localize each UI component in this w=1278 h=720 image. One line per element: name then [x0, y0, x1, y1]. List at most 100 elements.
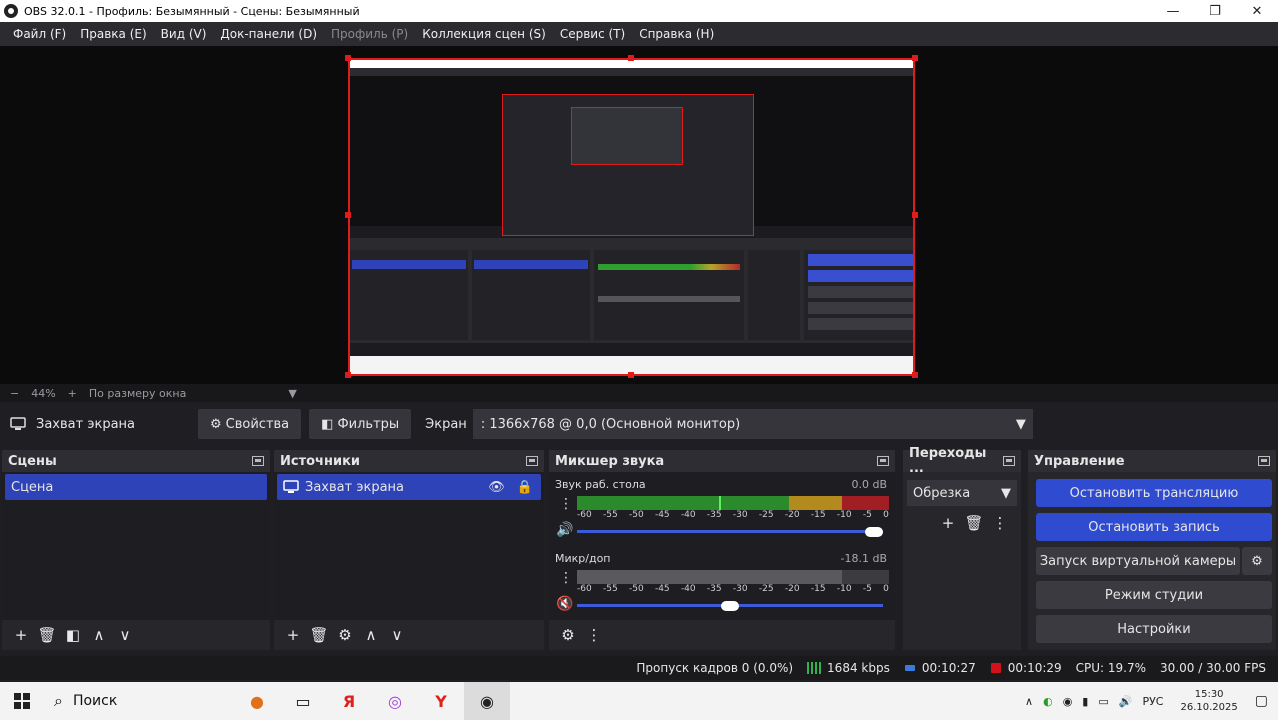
- resize-handle-l[interactable]: [345, 212, 351, 218]
- nested-meter-desktop: [598, 264, 740, 270]
- nested-meter-mic: [598, 296, 740, 302]
- meter-tick-label: -50: [628, 584, 644, 594]
- properties-button[interactable]: ⚙ Свойства: [198, 409, 302, 439]
- menu-profile[interactable]: Профиль (P): [324, 27, 415, 41]
- tray-chevron-icon[interactable]: ∧: [1025, 695, 1033, 708]
- add-icon[interactable]: +: [280, 624, 306, 646]
- windows-start-button[interactable]: [0, 682, 44, 720]
- volume-meter-mic: [577, 570, 889, 584]
- menu-edit[interactable]: Правка (E): [73, 27, 153, 41]
- undock-icon[interactable]: [526, 456, 538, 466]
- undock-icon[interactable]: [1003, 456, 1015, 466]
- meter-tick-label: -60: [577, 510, 592, 520]
- sources-dock: Источники Захват экрана 👁 🔒 + 🗑 ⚙ ∧ ∨: [274, 450, 544, 650]
- undock-icon[interactable]: [1258, 456, 1270, 466]
- network-icon[interactable]: ▭: [1098, 695, 1108, 708]
- filters-button[interactable]: ◧ Фильтры: [309, 409, 412, 439]
- screen-select[interactable]: : 1366x768 @ 0,0 (Основной монитор) ▼: [472, 409, 1033, 439]
- resize-handle-b[interactable]: [628, 372, 634, 378]
- add-icon[interactable]: +: [935, 512, 961, 534]
- stream-time: 00:10:27: [921, 661, 976, 675]
- menu-view[interactable]: Вид (V): [154, 27, 214, 41]
- volume-slider-knob[interactable]: [721, 601, 739, 611]
- resize-handle-br[interactable]: [912, 372, 918, 378]
- kebab-menu-icon[interactable]: ⋮: [559, 496, 573, 512]
- zoom-mode[interactable]: По размеру окна: [89, 387, 186, 400]
- obs-logo-icon: [4, 4, 18, 18]
- kebab-menu-icon[interactable]: ⋮: [559, 570, 573, 586]
- preview-area[interactable]: [0, 46, 1278, 384]
- volume-slider-desktop[interactable]: [577, 530, 883, 533]
- nested-control-4: [808, 302, 913, 314]
- menu-file[interactable]: Файл (F): [6, 27, 73, 41]
- undock-icon[interactable]: [252, 456, 264, 466]
- notifications-icon[interactable]: ▢: [1255, 693, 1268, 709]
- kebab-menu-icon[interactable]: ⋮: [581, 624, 607, 646]
- resize-handle-tl[interactable]: [345, 55, 351, 61]
- obs-taskbar-icon[interactable]: ◉: [464, 682, 510, 720]
- nested-preview-inner-2: [571, 107, 683, 165]
- nested-preview: [350, 76, 913, 236]
- maximize-button[interactable]: ❐: [1194, 0, 1236, 22]
- trash-icon[interactable]: 🗑: [34, 624, 60, 646]
- stop-record-button[interactable]: Остановить запись: [1036, 513, 1272, 541]
- chevron-down-icon[interactable]: ∨: [112, 624, 138, 646]
- studio-mode-button[interactable]: Режим студии: [1036, 581, 1272, 609]
- close-button[interactable]: ✕: [1236, 0, 1278, 22]
- gear-icon[interactable]: ⚙: [1242, 547, 1272, 575]
- volume-slider-knob[interactable]: [865, 527, 883, 537]
- settings-button[interactable]: Настройки: [1036, 615, 1272, 643]
- menu-help[interactable]: Справка (H): [632, 27, 721, 41]
- transition-select[interactable]: Обрезка ▼: [907, 480, 1017, 506]
- menu-scene-collection[interactable]: Коллекция сцен (S): [415, 27, 553, 41]
- chevron-down-icon[interactable]: ∨: [384, 624, 410, 646]
- usb-icon[interactable]: ▮: [1082, 695, 1088, 708]
- speaker-icon[interactable]: 🔊: [556, 522, 573, 538]
- advanced-audio-icon[interactable]: ⚙: [555, 624, 581, 646]
- task-view-icon[interactable]: ▭: [280, 682, 326, 720]
- nested-mixer-panel: [594, 250, 744, 340]
- controls-dock-header: Управление: [1028, 450, 1276, 472]
- trash-icon[interactable]: 🗑: [306, 624, 332, 646]
- chevron-up-icon[interactable]: ∧: [86, 624, 112, 646]
- menu-docks[interactable]: Док-панели (D): [213, 27, 324, 41]
- kebab-menu-icon[interactable]: ⋮: [987, 512, 1013, 534]
- resize-handle-bl[interactable]: [345, 372, 351, 378]
- tray-obs-icon[interactable]: ◉: [1063, 695, 1073, 708]
- eye-icon[interactable]: 👁: [488, 480, 505, 495]
- color-app-icon[interactable]: ◎: [372, 682, 418, 720]
- undock-icon[interactable]: [877, 456, 889, 466]
- virtual-camera-button[interactable]: Запуск виртуальной камеры: [1036, 547, 1240, 575]
- volume-icon[interactable]: 🔊: [1119, 695, 1133, 708]
- language-indicator[interactable]: РУС: [1142, 695, 1163, 708]
- zoom-out-button[interactable]: −: [10, 387, 19, 400]
- menu-tools[interactable]: Сервис (T): [553, 27, 632, 41]
- filter-icon[interactable]: ◧: [60, 624, 86, 646]
- zoom-dropdown-icon[interactable]: ▼: [288, 387, 296, 400]
- resize-handle-t[interactable]: [628, 55, 634, 61]
- peak-indicator: [719, 496, 721, 510]
- minimize-button[interactable]: —: [1152, 0, 1194, 22]
- zoom-in-button[interactable]: +: [68, 387, 77, 400]
- preview-canvas[interactable]: [348, 58, 915, 376]
- add-icon[interactable]: +: [8, 624, 34, 646]
- tray-app-icon[interactable]: ◐: [1043, 695, 1053, 708]
- record-icon: [990, 663, 1001, 673]
- muted-speaker-icon[interactable]: 🔇: [556, 596, 573, 612]
- stop-stream-button[interactable]: Остановить трансляцию: [1036, 479, 1272, 507]
- scene-item[interactable]: Сцена: [5, 474, 267, 500]
- yandex-browser-icon[interactable]: Y: [418, 682, 464, 720]
- trash-icon[interactable]: 🗑: [961, 512, 987, 534]
- clock[interactable]: 15:30 26.10.2025: [1181, 688, 1238, 714]
- yandex-app-icon[interactable]: Я: [326, 682, 372, 720]
- meter-tick-label: 0: [883, 510, 889, 520]
- gear-icon[interactable]: ⚙: [332, 624, 358, 646]
- lock-icon[interactable]: 🔒: [517, 480, 533, 495]
- chevron-up-icon[interactable]: ∧: [358, 624, 384, 646]
- meter-tick-label: -45: [654, 510, 670, 520]
- source-item[interactable]: Захват экрана 👁 🔒: [277, 474, 541, 500]
- taskbar-search[interactable]: ⌕ Поиск: [44, 682, 234, 720]
- resize-handle-tr[interactable]: [912, 55, 918, 61]
- resize-handle-r[interactable]: [912, 212, 918, 218]
- pumpkin-widget-icon[interactable]: ●: [234, 682, 280, 720]
